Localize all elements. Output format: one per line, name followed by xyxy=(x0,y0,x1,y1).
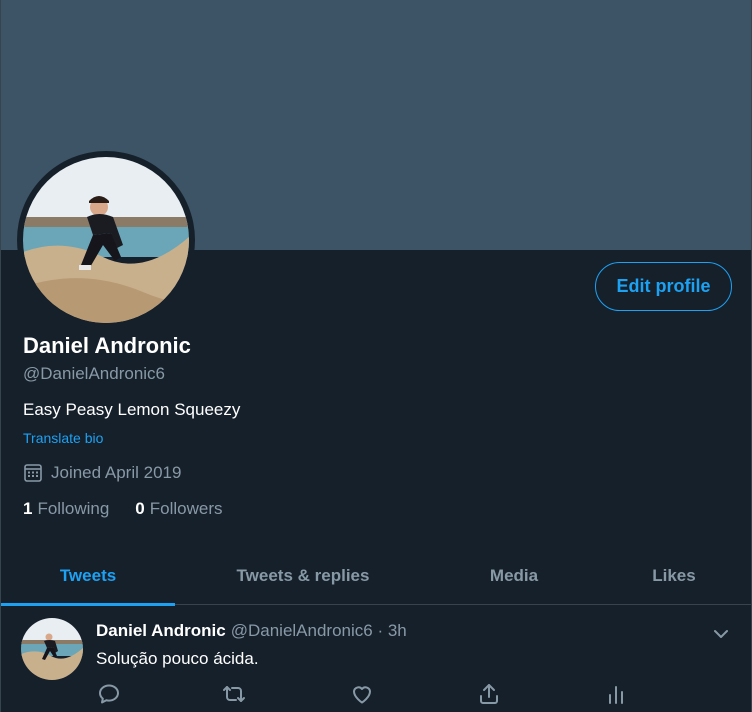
tweet-time[interactable]: · 3h xyxy=(377,621,406,640)
followers-label: Followers xyxy=(149,499,223,518)
profile-handle: @DanielAndronic6 xyxy=(23,364,166,383)
calendar-icon xyxy=(24,464,42,482)
profile-avatar[interactable] xyxy=(17,151,195,329)
tab-tweets-replies[interactable]: Tweets & replies xyxy=(175,547,431,605)
retweet-icon[interactable] xyxy=(222,682,246,706)
following-count: 1 xyxy=(23,499,33,518)
reply-icon[interactable] xyxy=(97,682,121,706)
tweet-author-handle[interactable]: @DanielAndronic6 xyxy=(231,621,373,640)
profile-tabs: Tweets Tweets & replies Media Likes xyxy=(1,547,751,606)
edit-profile-button[interactable]: Edit profile xyxy=(595,262,732,311)
followers-link[interactable]: 0 Followers xyxy=(135,499,222,519)
like-icon[interactable] xyxy=(350,682,374,706)
tab-likes[interactable]: Likes xyxy=(597,547,751,605)
tab-media[interactable]: Media xyxy=(431,547,597,605)
avatar-photo xyxy=(23,157,189,323)
joined-text: Joined April 2019 xyxy=(51,463,182,482)
profile-bio: Easy Peasy Lemon Squeezy xyxy=(23,400,241,419)
profile-name: Daniel Andronic xyxy=(23,333,191,358)
joined-date: Joined April 2019 xyxy=(23,463,181,483)
tweet-header: Daniel Andronic @DanielAndronic6 · 3h xyxy=(96,621,407,641)
following-link[interactable]: 1 Following xyxy=(23,499,109,519)
tweet-avatar[interactable] xyxy=(21,618,83,680)
follow-stats: 1 Following 0 Followers xyxy=(23,499,223,519)
tweet-text: Solução pouco ácida. xyxy=(96,649,259,668)
share-icon[interactable] xyxy=(477,682,501,706)
tweet-avatar-photo xyxy=(21,618,83,680)
tab-tweets[interactable]: Tweets xyxy=(1,547,175,606)
tweet-item[interactable]: Daniel Andronic @DanielAndronic6 · 3h Sol… xyxy=(1,606,751,712)
chevron-down-icon[interactable] xyxy=(711,624,731,644)
profile-page: Edit profile Daniel Andronic @DanielAndr… xyxy=(0,0,752,712)
following-label: Following xyxy=(37,499,110,518)
tweet-author-name[interactable]: Daniel Andronic xyxy=(96,621,226,640)
translate-bio-link[interactable]: Translate bio xyxy=(23,430,103,446)
followers-count: 0 xyxy=(135,499,145,518)
analytics-icon[interactable] xyxy=(604,682,628,706)
